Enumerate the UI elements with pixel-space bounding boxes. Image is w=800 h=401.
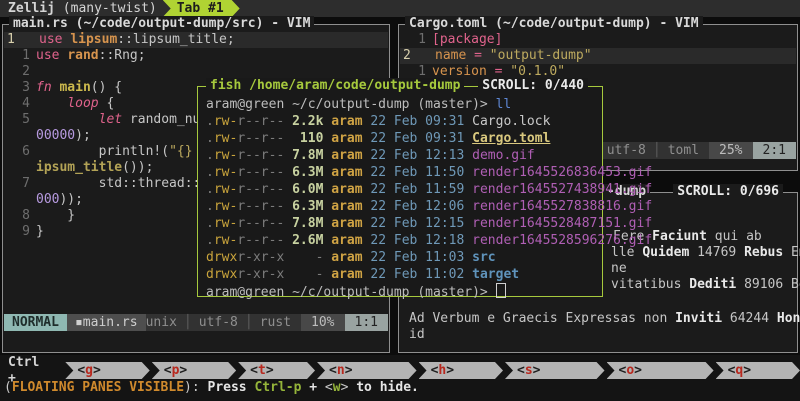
- statusline-main-rs: NORMAL ▪main.rs unix│utf-8│rust10%1:1: [4, 314, 388, 331]
- scroll-percent: 25%: [709, 142, 752, 159]
- file-name: demo.gif: [472, 148, 535, 163]
- code-editor-cargo-toml: 1[package]2name = "output-dump"1version …: [400, 32, 796, 80]
- statusline-filename: ▪main.rs: [67, 314, 146, 331]
- status-bars: Ctrl + <g> LOCK<p> PANE<t> TAB<n> RESIZE…: [0, 355, 800, 401]
- tab-1[interactable]: Tab #1: [163, 0, 240, 17]
- file-name: render1645528596276.gif: [472, 233, 652, 248]
- session-name: Zellij (many-twist): [0, 1, 157, 17]
- scroll-indicator-fish: SCROLL: 0/440: [478, 78, 588, 94]
- file-list-row: .rw-r--r-- 110 aram 22 Feb 09:31 Cargo.t…: [206, 130, 600, 147]
- output-line: vitatibus Dediti 89106 Bene Viv: [611, 277, 800, 293]
- keybind-pane[interactable]: <p> PANE: [152, 362, 236, 379]
- shell-output: aram@green ~/c/output-dump (master)> ll.…: [206, 96, 600, 300]
- code-line: 1use rand::Rng;: [4, 48, 388, 64]
- tab-bar: Zellij (many-twist) Tab #1: [0, 0, 800, 17]
- pane-title-main-rs: main.rs (~/code/output-dump/src) - VIM: [9, 16, 314, 32]
- code-line: 1use lipsum::lipsum_title;: [4, 32, 388, 48]
- keybind-lock[interactable]: <g> LOCK: [65, 362, 149, 379]
- file-list-row: .rw-r--r-- 6.3M aram 22 Feb 11:50 render…: [206, 164, 600, 181]
- code-line: 2name = "output-dump": [400, 48, 796, 64]
- file-name: Cargo.lock: [472, 114, 550, 129]
- keybind-session[interactable]: <o> SESSION: [607, 362, 714, 379]
- file-name: render1645527438941.gif: [472, 182, 652, 197]
- pane-title-fish: fish /home/aram/code/output-dump: [206, 78, 464, 94]
- shell-prompt: aram@green ~/c/output-dump (master)> ll: [206, 96, 600, 113]
- file-list-row: .rw-r--r-- 6.0M aram 22 Feb 11:59 render…: [206, 181, 600, 198]
- file-list-row: .rw-r--r-- 7.8M aram 22 Feb 12:13 demo.g…: [206, 147, 600, 164]
- cursor: [496, 283, 506, 298]
- keybind-tab[interactable]: <t> TAB: [238, 362, 315, 379]
- keybind-resize[interactable]: <n> RESIZE: [317, 362, 417, 379]
- keybind-move[interactable]: <h> MOVE: [419, 362, 503, 379]
- file-list-row: drwxr-xr-x - aram 22 Feb 11:03 src: [206, 249, 600, 266]
- cursor-position: 2:1: [753, 142, 796, 159]
- hint-bar: (FLOATING PANES VISIBLE): Press Ctrl-p +…: [0, 380, 800, 397]
- keybind-quit[interactable]: <q> QUIT: [716, 362, 800, 379]
- output-line: id: [409, 327, 425, 343]
- shell-input-prompt[interactable]: aram@green ~/c/output-dump (master)>: [206, 283, 600, 300]
- file-list-row: .rw-r--r-- 2.2k aram 22 Feb 09:31 Cargo.…: [206, 113, 600, 130]
- keybind-scroll[interactable]: <s> SCROLL: [505, 362, 605, 379]
- file-list-row: .rw-r--r-- 7.8M aram 22 Feb 12:15 render…: [206, 215, 600, 232]
- file-list-row: .rw-r--r-- 2.6M aram 22 Feb 12:18 render…: [206, 232, 600, 249]
- zellij-terminal: Zellij (many-twist) Tab #1 main.rs (~/co…: [0, 0, 800, 401]
- file-name: Cargo.toml: [472, 131, 550, 146]
- keybinding-bar: Ctrl + <g> LOCK<p> PANE<t> TAB<n> RESIZE…: [0, 362, 800, 379]
- file-list-row: drwxr-xr-x - aram 22 Feb 11:02 target: [206, 266, 600, 283]
- cursor-position: 1:1: [345, 314, 388, 331]
- code-line: 1[package]: [400, 32, 796, 48]
- scroll-percent: 10%: [301, 314, 344, 331]
- statusline-info: unix│utf-8│rust10%1:1: [146, 314, 388, 331]
- file-name: render1645528487151.gif: [472, 216, 652, 231]
- scroll-indicator-output: SCROLL: 0/696: [673, 184, 783, 200]
- file-name: render1645527838816.gif: [472, 199, 652, 214]
- file-name: target: [472, 267, 519, 282]
- output-line: Ad Verbum e Graecis Expressas non Inviti…: [409, 311, 800, 327]
- pane-title-cargo-toml: Cargo.toml (~/code/output-dump) - VIM: [405, 16, 703, 32]
- vim-mode-badge: NORMAL: [4, 314, 67, 331]
- file-name: src: [472, 250, 495, 265]
- output-line: ne: [611, 261, 627, 277]
- file-name: render1645526836453.gif: [472, 165, 652, 180]
- floating-pane-fish[interactable]: fish /home/aram/code/output-dump SCROLL:…: [197, 86, 603, 297]
- file-list-row: .rw-r--r-- 6.3M aram 22 Feb 12:06 render…: [206, 198, 600, 215]
